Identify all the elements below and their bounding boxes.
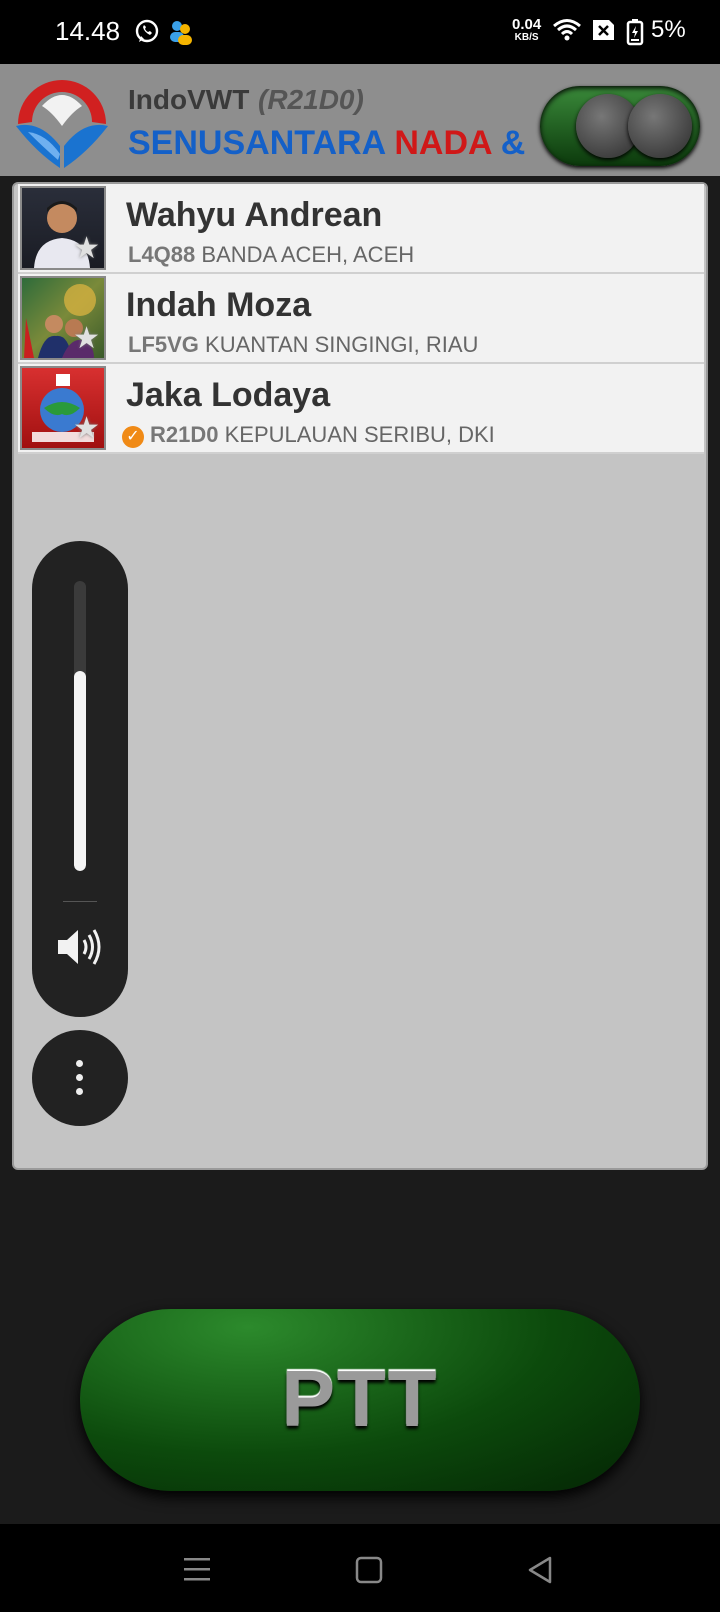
volume-slider[interactable] [74, 581, 86, 871]
avatar: ★ [20, 366, 106, 450]
user-location: BANDA ACEH, ACEH [201, 242, 415, 267]
app-header: IndoVWT (R21D0) SENUSANTARA NADA & [0, 64, 720, 176]
user-name: Jaka Lodaya [126, 376, 331, 414]
user-details: ✓ R21D0 KEPULAUAN SERIBU, DKI [122, 422, 495, 448]
list-item[interactable]: ★ Wahyu Andrean L4Q88 BANDA ACEH, ACEH [18, 184, 704, 274]
ptt-label: PTT [281, 1354, 439, 1443]
wifi-icon [552, 18, 582, 47]
user-callsign: R21D0 [150, 422, 219, 447]
menu-nav-icon[interactable] [182, 1556, 212, 1587]
volume-control [32, 541, 128, 1017]
user-location: KEPULAUAN SERIBU, DKI [224, 422, 495, 447]
battery-icon [626, 18, 644, 51]
list-item[interactable]: ★ Jaka Lodaya ✓ R21D0 KEPULAUAN SERIBU, D… [18, 364, 704, 454]
list-item[interactable]: ★ Indah Moza LF5VG KUANTAN SINGINGI, RIA… [18, 274, 704, 364]
no-sim-icon [590, 18, 616, 47]
home-nav-icon[interactable] [355, 1556, 383, 1589]
network-speed: 0.04 KB/S [512, 16, 542, 43]
power-toggle[interactable] [540, 86, 700, 166]
app-title: IndoVWT [128, 84, 250, 115]
whatsapp-icon [134, 18, 160, 49]
more-vert-icon [76, 1060, 84, 1096]
favorite-star-icon[interactable]: ★ [73, 321, 100, 356]
push-to-talk-button[interactable]: PTT [80, 1309, 640, 1491]
toggle-knob-right [628, 94, 692, 158]
status-bar: 14.48 0.04 KB/S 5% [0, 0, 720, 64]
user-callsign: L4Q88 [128, 242, 196, 267]
user-name: Wahyu Andrean [126, 196, 383, 234]
speaker-volume-icon[interactable] [54, 925, 106, 974]
app-screen: IndoVWT (R21D0) SENUSANTARA NADA & ★ Wah… [0, 64, 720, 1524]
user-location: KUANTAN SINGINGI, RIAU [205, 332, 479, 357]
user-details: LF5VG KUANTAN SINGINGI, RIAU [128, 332, 478, 358]
favorite-star-icon[interactable]: ★ [73, 411, 100, 446]
verified-check-icon: ✓ [122, 426, 144, 448]
user-callsign: LF5VG [128, 332, 199, 357]
my-callsign: (R21D0) [258, 84, 364, 115]
back-nav-icon[interactable] [526, 1556, 554, 1589]
favorite-star-icon[interactable]: ★ [73, 231, 100, 266]
user-name: Indah Moza [126, 286, 312, 324]
battery-percent: 5% [651, 16, 686, 43]
volume-slider-fill [74, 670, 86, 871]
status-time: 14.48 [55, 16, 121, 46]
user-details: L4Q88 BANDA ACEH, ACEH [128, 242, 414, 268]
avatar: ★ [20, 276, 106, 360]
running-text-banner: SENUSANTARA NADA & [128, 124, 526, 162]
divider [63, 901, 97, 902]
avatar: ★ [20, 186, 106, 270]
contacts-icon [168, 18, 194, 51]
navigation-bar [0, 1524, 720, 1612]
more-options-button[interactable] [32, 1030, 128, 1126]
app-logo [12, 76, 112, 177]
